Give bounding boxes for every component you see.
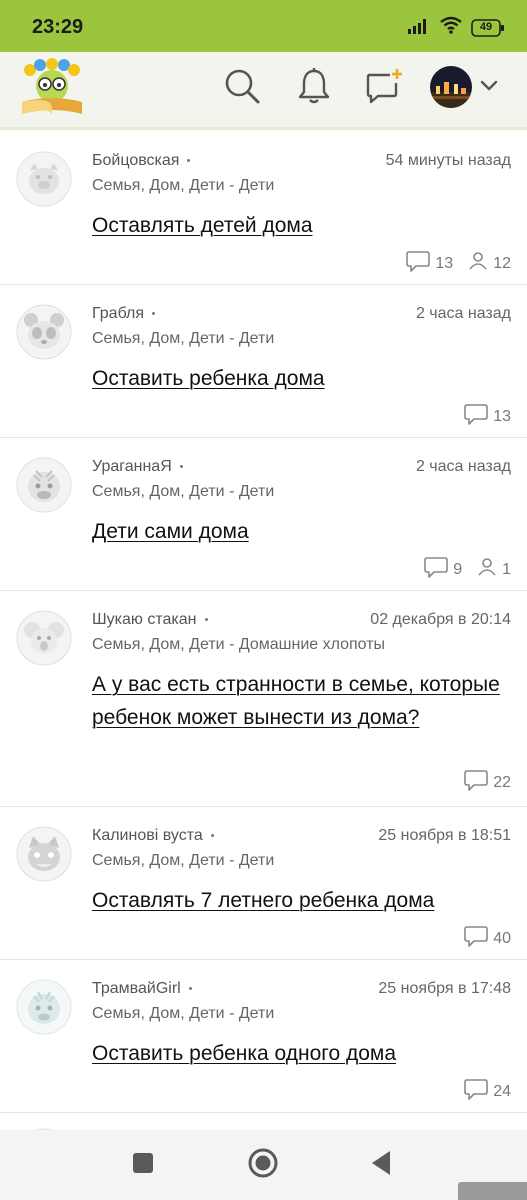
post-time: 54 минуты назад <box>385 152 511 169</box>
post-category[interactable]: Семья, Дом, Дети - Дети <box>92 330 274 348</box>
post-time: 2 часа назад <box>415 305 511 322</box>
recent-apps-button[interactable] <box>126 1148 160 1182</box>
user-icon <box>467 250 489 277</box>
comment-count: 22 <box>463 768 511 797</box>
author-name[interactable]: УраганнаЯ <box>92 458 183 476</box>
topic-item[interactable]: Бойцовская 54 минуты назад Семья, Дом, Д… <box>0 133 527 285</box>
back-button[interactable] <box>364 1148 398 1182</box>
post-time: 25 ноября в 17:48 <box>378 980 511 997</box>
user-avatar[interactable] <box>16 979 72 1035</box>
user-avatar[interactable] <box>16 610 72 666</box>
wifi-icon <box>439 16 463 39</box>
topic-title-link[interactable]: Оставлять 7 летнего ребенка дома <box>92 884 502 917</box>
post-category[interactable]: Семья, Дом, Дети - Дети <box>92 483 274 501</box>
participant-count: 12 <box>467 250 511 277</box>
post-category[interactable]: Семья, Дом, Дети - Домашние хлопоты <box>92 636 385 654</box>
comment-icon <box>463 1077 489 1106</box>
comment-count: 40 <box>463 924 511 953</box>
topic-item[interactable]: ТрамвайGirl 25 ноября в 17:48 Семья, Дом… <box>0 961 527 1113</box>
author-name[interactable]: ТрамвайGirl <box>92 980 192 998</box>
user-avatar[interactable] <box>16 304 72 360</box>
new-message-button[interactable] <box>362 66 406 110</box>
topic-item[interactable]: Калинові вуста 25 ноября в 18:51 Семья, … <box>0 808 527 960</box>
comment-count: 24 <box>463 1077 511 1106</box>
post-category[interactable]: Семья, Дом, Дети - Дети <box>92 177 274 195</box>
profile-menu[interactable] <box>430 66 498 108</box>
post-category[interactable]: Семья, Дом, Дети - Дети <box>92 852 274 870</box>
comment-icon <box>463 768 489 797</box>
user-avatar[interactable] <box>16 826 72 882</box>
site-logo[interactable] <box>16 58 88 120</box>
user-avatar[interactable] <box>16 151 72 207</box>
search-button[interactable] <box>220 66 264 110</box>
topic-item[interactable]: УраганнаЯ 2 часа назад Семья, Дом, Дети … <box>0 439 527 591</box>
author-name[interactable]: Шукаю стакан <box>92 611 208 629</box>
topic-title-link[interactable]: Оставить ребенка дома <box>92 362 502 395</box>
gesture-handle[interactable] <box>458 1182 527 1200</box>
topic-item[interactable]: Грабля 2 часа назад Семья, Дом, Дети - Д… <box>0 286 527 438</box>
back-icon <box>370 1150 392 1181</box>
post-time: 25 ноября в 18:51 <box>378 827 511 844</box>
comment-icon <box>463 924 489 953</box>
bell-icon <box>297 67 331 110</box>
user-avatar[interactable] <box>16 457 72 513</box>
comment-icon <box>423 555 449 584</box>
post-time: 2 часа назад <box>415 458 511 475</box>
home-button[interactable] <box>246 1148 280 1182</box>
user-icon <box>476 556 498 583</box>
post-time: 02 декабря в 20:14 <box>370 611 511 628</box>
new-message-icon <box>364 67 404 110</box>
home-icon <box>247 1147 279 1184</box>
status-time: 23:29 <box>32 16 84 38</box>
search-icon <box>223 67 261 110</box>
battery-level: 49 <box>479 20 493 33</box>
topic-title-link[interactable]: Оставлять детей дома <box>92 209 502 242</box>
topic-title-link[interactable]: Оставить ребенка одного дома <box>92 1037 502 1070</box>
comment-count: 13 <box>405 249 453 278</box>
post-category[interactable]: Семья, Дом, Дети - Дети <box>92 1005 274 1023</box>
author-name[interactable]: Грабля <box>92 305 156 323</box>
comment-icon <box>405 249 431 278</box>
recent-apps-icon <box>132 1152 154 1179</box>
comment-count: 13 <box>463 402 511 431</box>
battery-icon: 49 <box>471 18 505 37</box>
avatar <box>430 66 472 108</box>
signal-icon <box>407 16 431 39</box>
author-name[interactable]: Калинові вуста <box>92 827 214 845</box>
system-nav-bar <box>0 1130 527 1200</box>
participant-count: 1 <box>476 556 511 583</box>
app-header <box>0 52 527 130</box>
status-bar: 23:29 49 <box>0 0 527 52</box>
topic-title-link[interactable]: А у вас есть странности в семье, которые… <box>92 668 502 734</box>
notifications-button[interactable] <box>292 66 336 110</box>
topic-title-link[interactable]: Дети сами дома <box>92 515 502 548</box>
comment-icon <box>463 402 489 431</box>
chevron-down-icon <box>480 78 498 96</box>
topic-item[interactable]: Шукаю стакан 02 декабря в 20:14 Семья, Д… <box>0 592 527 807</box>
author-name[interactable]: Бойцовская <box>92 152 191 170</box>
comment-count: 9 <box>423 555 462 584</box>
